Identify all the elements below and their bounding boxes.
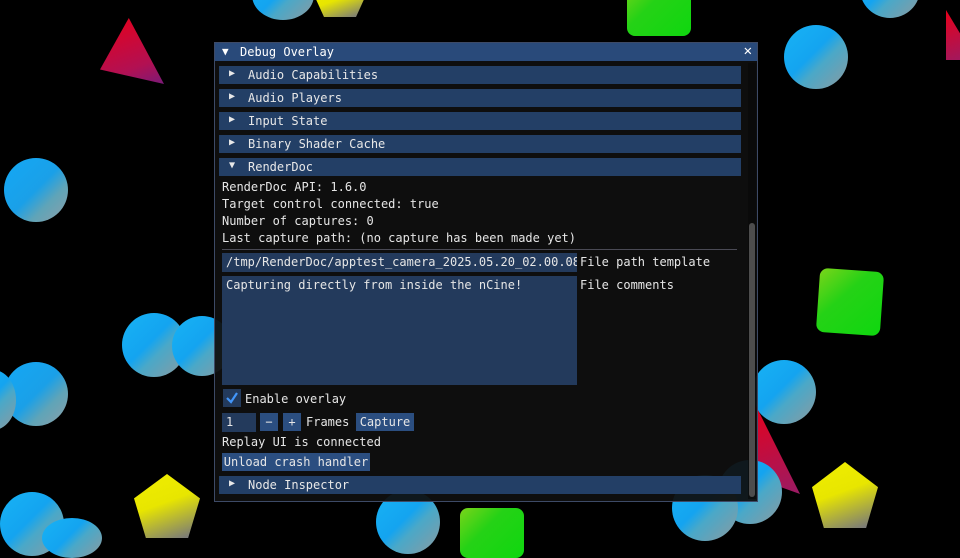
header-node-inspector[interactable]: ▶ Node Inspector (219, 476, 741, 494)
file-comments-label: File comments (580, 278, 674, 292)
number-of-captures: Number of captures: 0 (222, 214, 374, 228)
file-path-template-input[interactable]: /tmp/RenderDoc/apptest_camera_2025.05.20… (222, 253, 577, 272)
frames-decrement-button[interactable]: − (260, 413, 278, 431)
checkmark-icon (226, 392, 238, 404)
blue-sphere (752, 360, 816, 424)
debug-overlay-window: ▼ Debug Overlay ✕ ▶ Audio Capabilities ▶… (214, 42, 758, 502)
frames-label: Frames (306, 415, 350, 429)
renderdoc-api-version: RenderDoc API: 1.6.0 (222, 180, 367, 194)
replay-ui-status: Replay UI is connected (222, 435, 381, 449)
yellow-pentagon (812, 462, 878, 528)
header-label: Audio Players (248, 91, 342, 105)
expand-arrow-icon: ▶ (229, 137, 236, 148)
title-bar[interactable]: ▼ Debug Overlay ✕ (215, 43, 757, 61)
header-label: RenderDoc (248, 160, 314, 174)
green-square (627, 0, 691, 36)
collapse-arrow-icon[interactable]: ▼ (222, 45, 229, 58)
unload-crash-handler-button[interactable]: Unload crash handler (222, 453, 370, 471)
header-audio-players[interactable]: ▶ Audio Players (219, 89, 741, 107)
enable-overlay-checkbox[interactable] (223, 389, 241, 407)
header-label: Audio Capabilities (248, 68, 379, 82)
blue-sphere (860, 0, 920, 18)
header-input-state[interactable]: ▶ Input State (219, 112, 741, 130)
separator (222, 249, 737, 250)
header-label: Binary Shader Cache (248, 137, 386, 151)
last-capture-path: Last capture path: (no capture has been … (222, 231, 577, 245)
green-square (815, 267, 885, 337)
blue-sphere (252, 0, 314, 20)
red-triangle (100, 18, 164, 84)
header-audio-capabilities[interactable]: ▶ Audio Capabilities (219, 66, 741, 84)
close-icon[interactable]: ✕ (744, 43, 752, 59)
header-label: Input State (248, 114, 328, 128)
blue-sphere (784, 25, 848, 89)
frames-increment-button[interactable]: + (283, 413, 301, 431)
window-title: Debug Overlay (240, 45, 334, 59)
header-label: Node Inspector (248, 478, 350, 492)
header-renderdoc[interactable]: ▼ RenderDoc (219, 158, 741, 176)
red-triangle (946, 10, 960, 60)
capture-button[interactable]: Capture (356, 413, 414, 431)
expand-arrow-icon: ▶ (229, 91, 236, 102)
expand-arrow-icon: ▶ (229, 114, 236, 125)
blue-sphere (4, 158, 68, 222)
enable-overlay-label: Enable overlay (245, 392, 347, 406)
green-square (460, 508, 524, 558)
header-binary-shader-cache[interactable]: ▶ Binary Shader Cache (219, 135, 741, 153)
expand-arrow-icon: ▶ (229, 478, 236, 489)
yellow-pentagon (315, 0, 365, 17)
frames-count-input[interactable]: 1 (222, 413, 256, 432)
scrollbar-thumb[interactable] (749, 223, 755, 497)
file-comments-textarea[interactable]: Capturing directly from inside the nCine… (222, 276, 577, 385)
file-path-template-label: File path template (580, 255, 711, 269)
yellow-pentagon (134, 474, 200, 538)
collapse-arrow-icon: ▼ (229, 160, 236, 171)
target-control-status: Target control connected: true (222, 197, 439, 211)
expand-arrow-icon: ▶ (229, 68, 236, 79)
blue-sphere (42, 518, 102, 558)
